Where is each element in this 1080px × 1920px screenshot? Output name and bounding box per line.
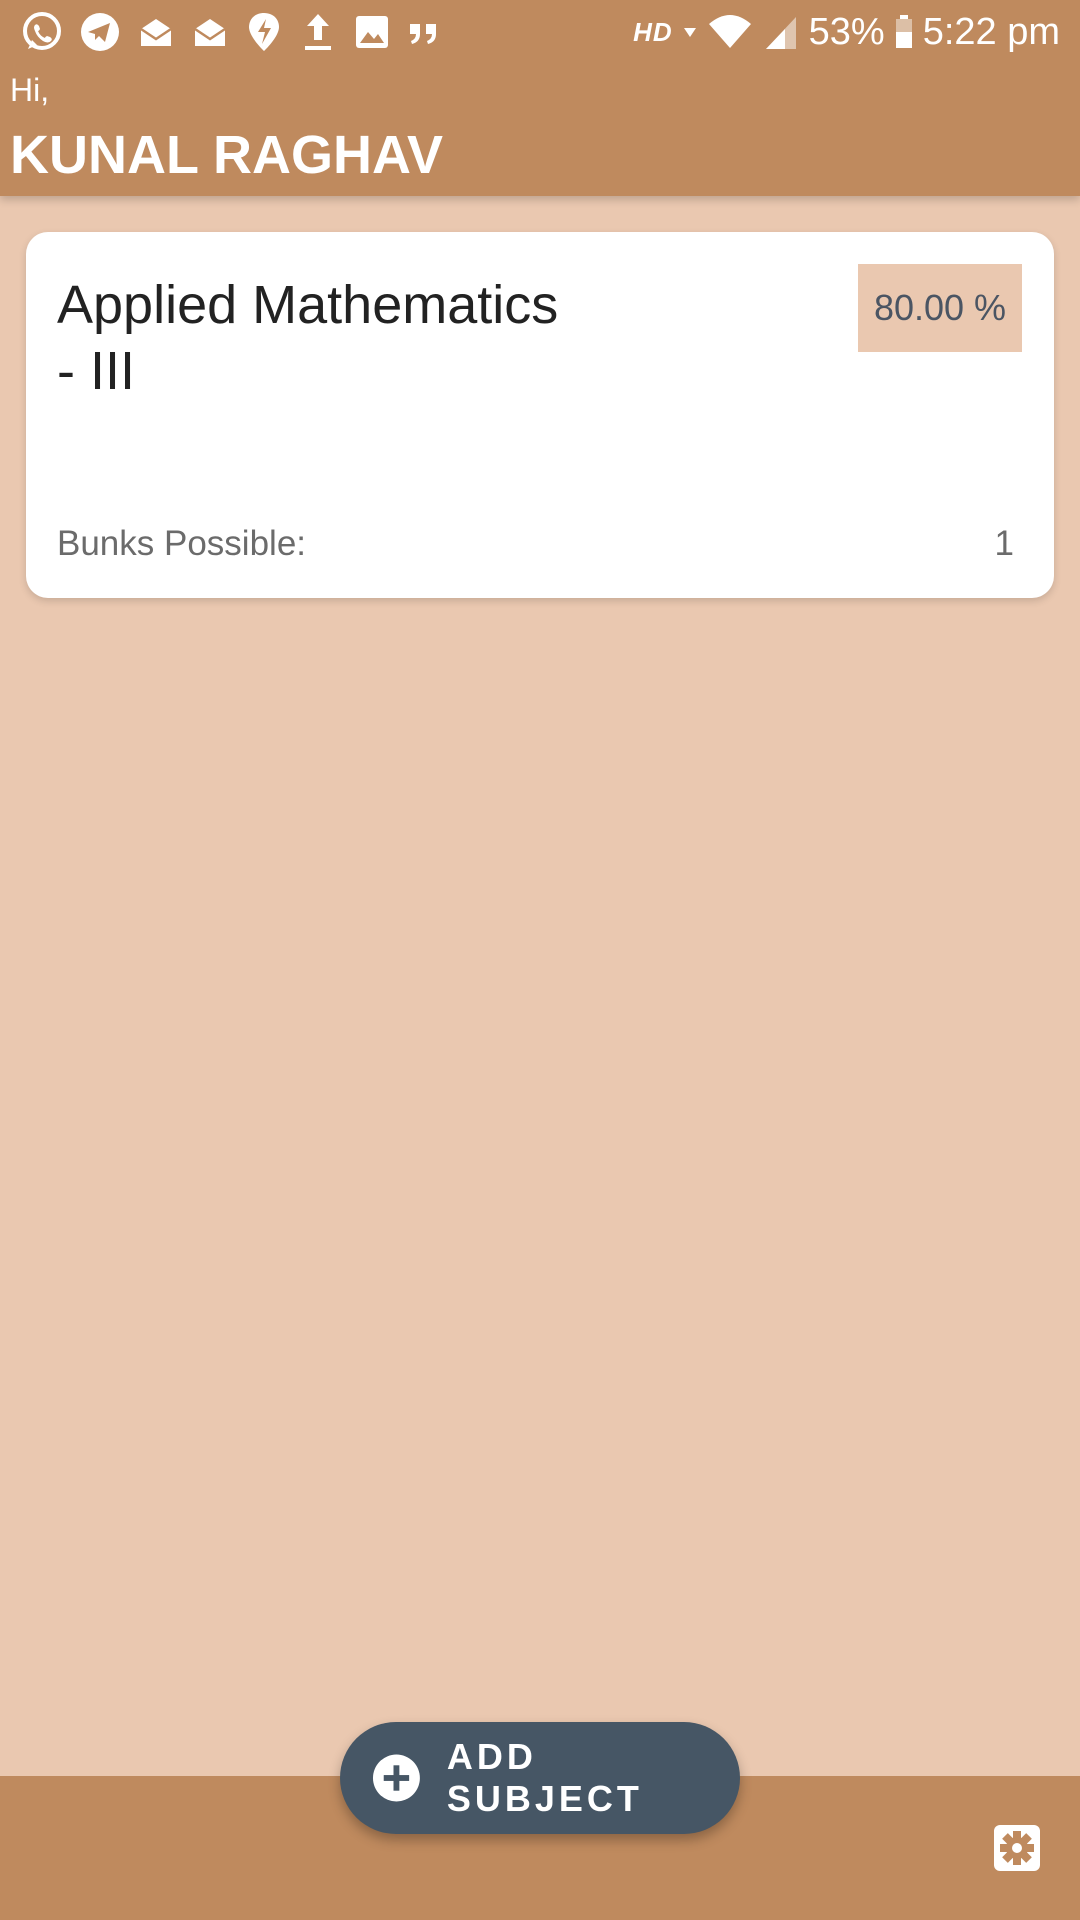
notification-icons <box>20 8 442 56</box>
subject-card[interactable]: Applied Mathematics - III 80.00 % Bunks … <box>26 232 1054 598</box>
greeting-text: Hi, <box>10 72 50 108</box>
data-arrow-icon <box>683 28 696 37</box>
add-subject-button[interactable]: ADD SUBJECT <box>340 1722 740 1834</box>
attendance-percent-badge: 80.00 % <box>858 264 1022 352</box>
app-header: HD 53% 5:22 pm Hi, KUNAL RAGHAV <box>0 0 1080 196</box>
subject-name: Applied Mathematics - III <box>57 275 559 401</box>
location-icon <box>249 13 279 51</box>
system-status: HD 53% 5:22 pm <box>633 8 1060 56</box>
telegram-icon <box>81 13 119 51</box>
plus-circle-icon <box>372 1754 420 1802</box>
status-bar: HD 53% 5:22 pm <box>0 0 1080 64</box>
mail-icon <box>140 19 172 46</box>
bunks-possible-value: 1 <box>994 524 1014 563</box>
gear-icon[interactable] <box>992 1823 1042 1873</box>
clock: 5:22 pm <box>922 10 1060 53</box>
whatsapp-icon <box>23 12 61 50</box>
add-subject-label: ADD SUBJECT <box>446 1736 643 1819</box>
bunks-possible-label: Bunks Possible: <box>57 524 307 563</box>
battery-icon <box>895 15 912 48</box>
quote-icon <box>410 24 436 44</box>
network-type-label: HD <box>633 16 673 47</box>
image-icon <box>356 16 388 48</box>
signal-icon <box>765 17 796 49</box>
upload-icon <box>305 14 331 50</box>
user-name: KUNAL RAGHAV <box>10 125 444 185</box>
battery-percent: 53% <box>808 10 885 53</box>
mail-icon <box>194 19 226 46</box>
wifi-icon <box>708 15 751 48</box>
